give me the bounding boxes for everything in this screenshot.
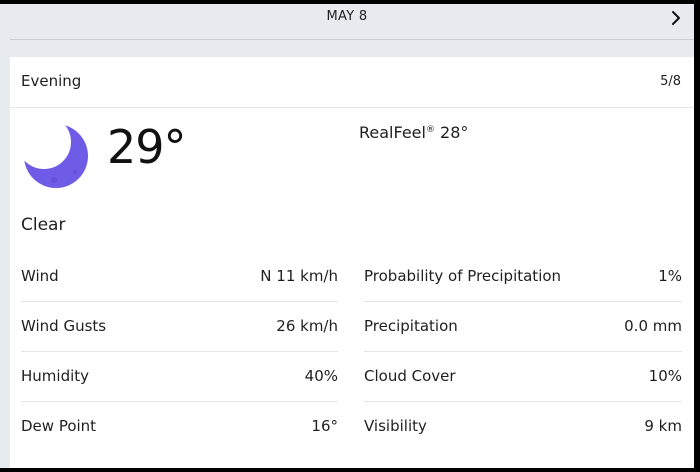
forecast-card: Evening 5/8 29° RealFeel® 28° Clear Wind… xyxy=(10,57,694,468)
detail-label: Cloud Cover xyxy=(364,367,456,385)
detail-row-dew-point: Dew Point 16° xyxy=(21,402,338,451)
detail-row-precipitation: Precipitation 0.0 mm xyxy=(364,302,682,352)
divider xyxy=(10,39,694,40)
detail-row-wind: Wind N 11 km/h xyxy=(21,252,338,302)
detail-row-precipitation-probability: Probability of Precipitation 1% xyxy=(364,252,682,302)
realfeel-value: 28° xyxy=(440,123,469,142)
period-title: Evening xyxy=(21,72,82,90)
detail-value: 26 km/h xyxy=(276,317,338,335)
details-left-column: Wind N 11 km/h Wind Gusts 26 km/h Humidi… xyxy=(21,252,338,451)
chevron-right-icon[interactable] xyxy=(666,8,686,28)
realfeel-label: RealFeel xyxy=(359,123,426,142)
detail-row-wind-gusts: Wind Gusts 26 km/h xyxy=(21,302,338,352)
detail-value: 9 km xyxy=(644,417,682,435)
detail-label: Precipitation xyxy=(364,317,458,335)
detail-label: Visibility xyxy=(364,417,427,435)
current-temperature: 29° xyxy=(107,120,187,174)
detail-value: 0.0 mm xyxy=(624,317,682,335)
detail-value: 40% xyxy=(304,367,338,385)
detail-label: Probability of Precipitation xyxy=(364,267,562,285)
detail-label: Humidity xyxy=(21,367,90,385)
detail-value: 16° xyxy=(311,417,338,435)
date-label: MAY 8 xyxy=(326,9,368,24)
detail-value: 1% xyxy=(658,267,682,285)
detail-label: Dew Point xyxy=(21,417,97,435)
page-indicator: 5/8 xyxy=(660,74,681,89)
date-navigation-bar: MAY 8 xyxy=(0,4,694,40)
detail-row-humidity: Humidity 40% xyxy=(21,352,338,402)
forecast-panel: MAY 8 Evening 5/8 29° RealFeel® 28° Clea… xyxy=(0,4,694,468)
crescent-moon-icon xyxy=(23,123,89,189)
details-right-column: Probability of Precipitation 1% Precipit… xyxy=(364,252,682,451)
detail-row-cloud-cover: Cloud Cover 10% xyxy=(364,352,682,402)
detail-value: N 11 km/h xyxy=(260,267,338,285)
realfeel-temperature: RealFeel® 28° xyxy=(359,123,468,142)
detail-row-visibility: Visibility 9 km xyxy=(364,402,682,451)
detail-label: Wind xyxy=(21,267,59,285)
card-header: Evening 5/8 xyxy=(10,57,694,108)
detail-label: Wind Gusts xyxy=(21,317,107,335)
weather-condition: Clear xyxy=(21,215,66,235)
registered-mark: ® xyxy=(425,125,435,135)
detail-value: 10% xyxy=(648,367,682,385)
